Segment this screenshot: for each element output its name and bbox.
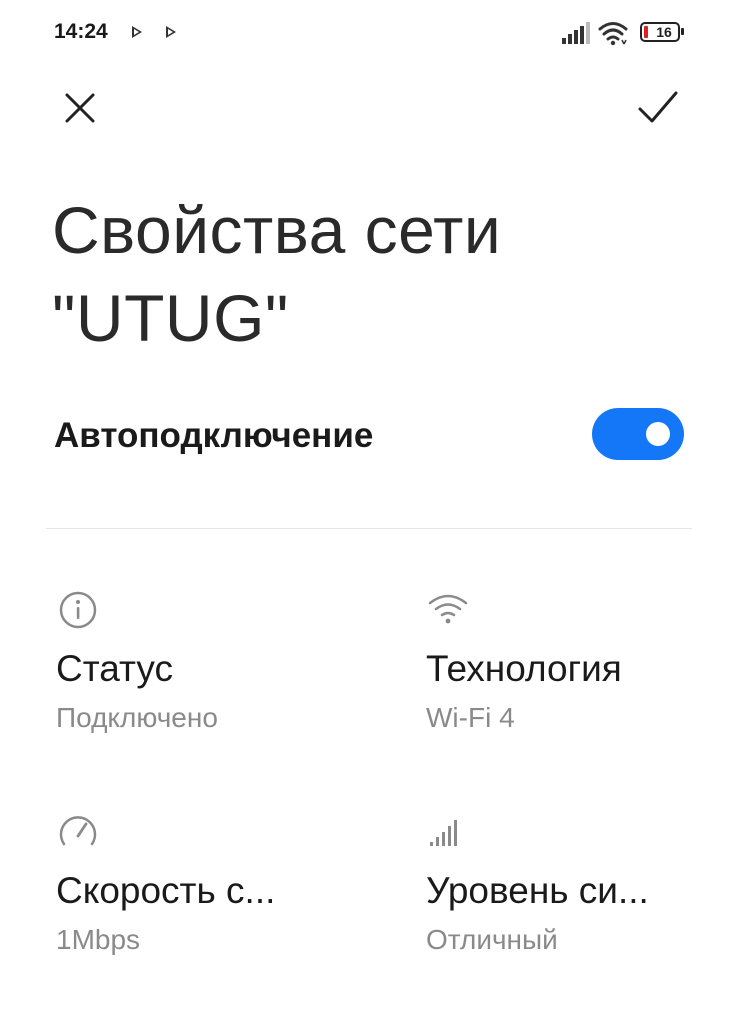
link-speed-value: 1Mbps [56,924,141,955]
close-button[interactable] [50,78,110,138]
battery-icon: 16 [640,22,684,42]
checkmark-icon [638,91,678,123]
cellular-signal-icon [562,22,590,44]
auto-connect-toggle[interactable] [592,408,684,460]
info-icon [59,591,97,629]
status-time: 14:24 [54,20,108,43]
link-speed-tile[interactable]: Скорость с... 1Mbps [56,810,356,980]
status-value: Подключено [56,702,218,733]
status-tile[interactable]: Статус Подключено [56,588,356,758]
battery-level-text: 16 [656,24,672,40]
battery-level-fill [644,26,648,38]
link-speed-title: Скорость с... [56,870,276,911]
auto-connect-row[interactable]: Автоподключение [54,404,688,468]
signal-bars-icon [430,820,457,846]
signal-level-tile[interactable]: Уровень си... Отличный [426,810,726,980]
technology-value: Wi-Fi 4 [426,702,515,733]
technology-tile[interactable]: Технология Wi-Fi 4 [426,588,726,758]
signal-level-value: Отличный [426,924,558,955]
wifi-status-icon [598,22,628,46]
divider [46,528,692,529]
page-title: Свойства сети "UTUG" [52,193,502,355]
wifi-icon [428,594,468,624]
auto-connect-label: Автоподключение [54,416,374,455]
toggle-knob [646,422,670,446]
status-title: Статус [56,648,173,689]
play-notification-icon [166,26,176,38]
signal-level-title: Уровень си... [426,870,649,911]
speedometer-icon [59,816,97,846]
play-notification-icon [132,26,142,38]
close-icon [65,93,95,123]
status-bar: 14:24 16 [0,0,738,68]
technology-title: Технология [426,648,622,689]
confirm-button[interactable] [628,78,688,138]
